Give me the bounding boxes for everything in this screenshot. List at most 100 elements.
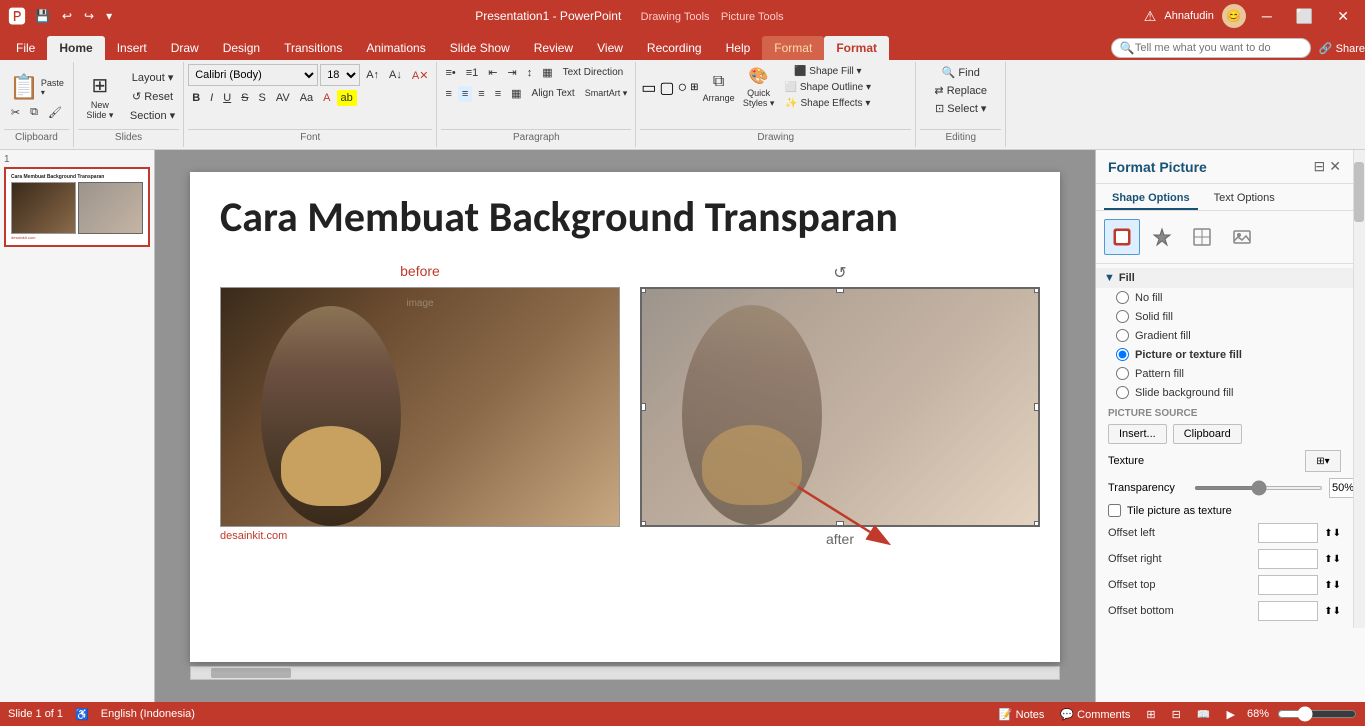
search-input[interactable] [1135,42,1285,54]
shape-more-icon[interactable]: ⊞ [689,81,699,94]
user-avatar[interactable]: 😊 [1222,4,1246,28]
insert-button[interactable]: Insert... [1108,424,1167,444]
tab-format-drawing[interactable]: Format [762,36,824,60]
format-tab-shape[interactable]: Shape Options [1104,188,1198,210]
highlight-button[interactable]: ab [337,90,357,106]
picture-fill-radio[interactable] [1116,348,1129,361]
gradient-fill-radio[interactable] [1116,329,1129,342]
clipboard-button[interactable]: Clipboard [1173,424,1242,444]
customize-qat-icon[interactable]: ▾ [103,7,115,25]
copy-button[interactable]: ⧉ [26,104,42,121]
handle-tr[interactable] [1034,287,1040,293]
before-image[interactable]: image [220,287,620,527]
notes-button[interactable]: 📝 Notes [995,706,1049,723]
save-icon[interactable]: 💾 [32,7,53,25]
tab-animations[interactable]: Animations [354,36,437,60]
no-fill-radio[interactable] [1116,291,1129,304]
tab-review[interactable]: Review [522,36,585,60]
tab-format-picture[interactable]: Format [824,36,889,60]
transparency-slider[interactable] [1194,486,1323,490]
tab-slideshow[interactable]: Slide Show [438,36,522,60]
offset-right-spin[interactable]: ⬆⬇ [1324,554,1341,565]
convert-smartart-button[interactable]: SmartArt ▾ [581,86,632,101]
font-name-select[interactable]: Calibri (Body) [188,64,318,86]
layout-button[interactable]: Layout ▾ [126,69,179,86]
reading-view-button[interactable]: 📖 [1193,706,1215,723]
rotation-handle[interactable]: ↺ [833,265,846,282]
underline-button[interactable]: U [219,90,235,106]
shape-outline-button[interactable]: ⬜ Shape Outline ▾ [781,80,875,95]
handle-tl[interactable] [640,287,646,293]
format-panel-close-button[interactable]: ✕ [1329,158,1341,175]
align-left-button[interactable]: ≡ [441,86,455,102]
undo-icon[interactable]: ↩ [59,7,75,25]
handle-br[interactable] [1034,521,1040,527]
text-direction-button[interactable]: Text Direction [559,65,628,80]
close-button[interactable]: ✕ [1329,6,1357,27]
select-button[interactable]: ⊡ Select ▾ [931,100,990,117]
handle-bm[interactable] [836,521,844,527]
zoom-slider[interactable] [1277,706,1357,722]
effects-icon-btn[interactable] [1144,219,1180,255]
tab-view[interactable]: View [585,36,635,60]
size-position-icon-btn[interactable] [1184,219,1220,255]
slide-bg-fill-option[interactable]: Slide background fill [1096,383,1353,402]
align-center-button[interactable]: ≡ [458,86,472,102]
handle-mr[interactable] [1034,403,1040,411]
offset-bottom-spin[interactable]: ⬆⬇ [1324,606,1341,617]
section-button[interactable]: Section ▾ [126,107,179,124]
solid-fill-option[interactable]: Solid fill [1096,307,1353,326]
slide-sorter-button[interactable]: ⊟ [1168,706,1185,723]
justify-button[interactable]: ≡ [491,86,505,102]
shape-rounded-icon[interactable]: ▢ [658,77,675,99]
tile-checkbox[interactable] [1108,504,1121,517]
picture-icon-btn[interactable] [1224,219,1260,255]
pattern-fill-radio[interactable] [1116,367,1129,380]
ribbon-search-box[interactable]: 🔍 [1111,38,1311,58]
replace-button[interactable]: ⇄ Replace [930,82,991,99]
transparency-input[interactable]: 50% [1329,478,1353,498]
handle-ml[interactable] [640,403,646,411]
increase-font-button[interactable]: A↑ [362,67,383,83]
offset-bottom-input[interactable]: 0% [1258,601,1318,621]
fill-line-icon-btn[interactable] [1104,219,1140,255]
restore-button[interactable]: ⬜ [1288,6,1321,27]
columns-button[interactable]: ▦ [538,64,556,81]
quick-styles-button[interactable]: 🎨 QuickStyles ▾ [738,64,780,111]
slide-bg-radio[interactable] [1116,386,1129,399]
picture-texture-fill-option[interactable]: Picture or texture fill [1096,345,1353,364]
no-fill-option[interactable]: No fill [1096,288,1353,307]
offset-top-input[interactable]: 0% [1258,575,1318,595]
tab-draw[interactable]: Draw [159,36,211,60]
tab-home[interactable]: Home [47,36,104,60]
format-tab-text[interactable]: Text Options [1206,188,1283,210]
italic-button[interactable]: I [206,90,217,106]
paste-button[interactable]: 📋 Paste ▾ [4,73,69,103]
tile-checkbox-row[interactable]: Tile picture as texture [1096,501,1353,520]
fill-section-header[interactable]: ▼ Fill [1096,268,1353,288]
new-slide-button[interactable]: ⊞ NewSlide ▾ [78,70,122,124]
texture-select[interactable]: ⊞▾ [1305,450,1341,472]
shadow-button[interactable]: S [255,90,270,106]
line-spacing-button[interactable]: ↕ [523,65,537,81]
arrange-button[interactable]: ⧉ Arrange [701,71,737,105]
bullets-button[interactable]: ≡• [441,65,459,81]
pattern-fill-option[interactable]: Pattern fill [1096,364,1353,383]
language[interactable]: English (Indonesia) [101,708,195,720]
after-image[interactable] [640,287,1040,527]
shape-ellipse-icon[interactable]: ○ [677,78,689,98]
offset-left-input[interactable]: 0% [1258,523,1318,543]
handle-tm[interactable] [836,287,844,293]
shape-fill-button[interactable]: ⬛ Shape Fill ▾ [781,64,875,79]
h-scrollbar[interactable] [190,666,1060,680]
numbering-button[interactable]: ≡1 [462,65,483,81]
add-col-button[interactable]: ▦ [507,85,525,102]
decrease-font-button[interactable]: A↓ [385,67,406,83]
cut-button[interactable]: ✂ [7,104,24,121]
shape-rect-icon[interactable]: ▭ [640,77,657,99]
clear-format-button[interactable]: A✕ [408,67,433,84]
font-color-button[interactable]: A [319,90,334,106]
slide-thumbnail-1[interactable]: Cara Membuat Background Transparan desai… [4,167,150,247]
decrease-indent-button[interactable]: ⇤ [484,64,501,81]
normal-view-button[interactable]: ⊞ [1142,706,1159,723]
